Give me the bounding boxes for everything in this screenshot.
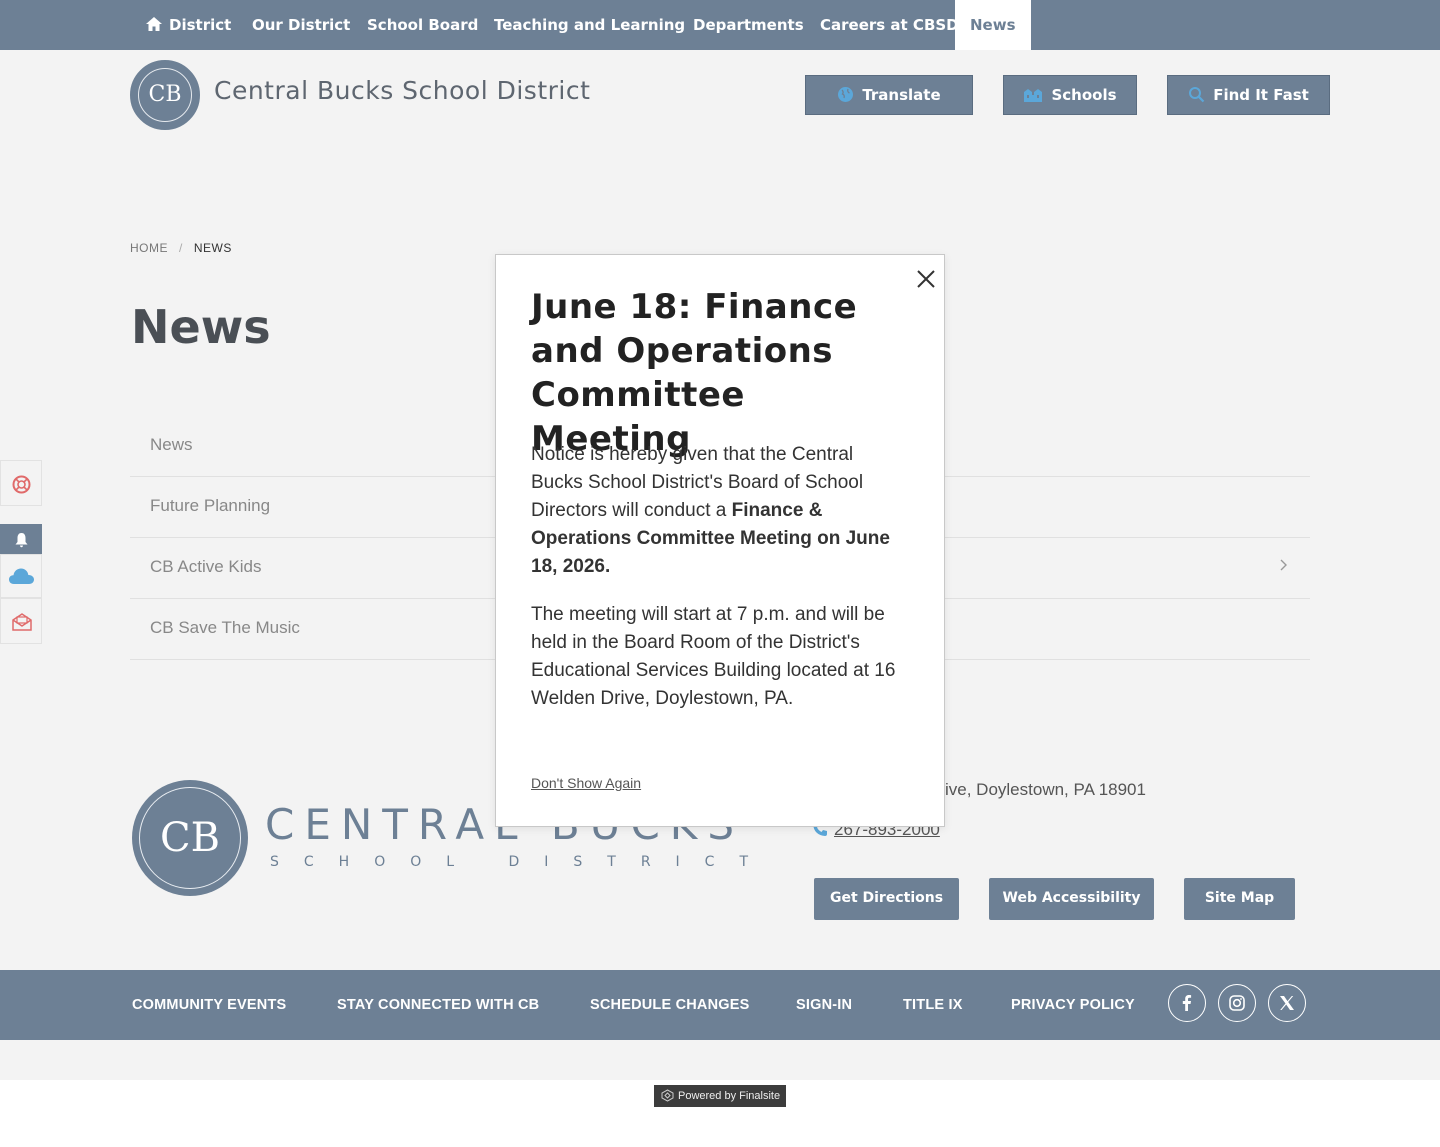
subnav-item-label: News bbox=[150, 435, 193, 454]
home-icon bbox=[146, 17, 162, 31]
dont-show-again-link[interactable]: Don't Show Again bbox=[531, 775, 641, 791]
finalsite-logo-icon bbox=[661, 1089, 674, 1102]
top-navigation: District Our District School Board Teach… bbox=[0, 0, 1440, 50]
bell-icon bbox=[15, 533, 28, 548]
cloud-icon bbox=[9, 568, 34, 584]
breadcrumb-home[interactable]: HOME bbox=[130, 241, 168, 255]
subnav-item-label: CB Active Kids bbox=[150, 557, 262, 576]
nav-item-careers[interactable]: Careers at CBSD bbox=[820, 0, 959, 50]
footer-logo-badge[interactable]: CB bbox=[132, 780, 248, 896]
nav-item-news[interactable]: News bbox=[955, 0, 1031, 50]
nav-item-district[interactable]: District bbox=[145, 0, 231, 50]
x-link[interactable] bbox=[1268, 984, 1306, 1022]
site-name[interactable]: Central Bucks School District bbox=[214, 76, 590, 105]
globe-icon bbox=[838, 87, 854, 102]
close-icon[interactable] bbox=[910, 263, 942, 295]
x-icon bbox=[1280, 996, 1294, 1010]
footer-link-privacy-policy[interactable]: PRIVACY POLICY bbox=[1011, 970, 1135, 1040]
instagram-link[interactable] bbox=[1218, 984, 1256, 1022]
modal-paragraph-2: The meeting will start at 7 p.m. and wil… bbox=[531, 604, 896, 709]
school-building-icon bbox=[1024, 89, 1043, 102]
weather-button[interactable] bbox=[0, 554, 42, 598]
notifications-button[interactable] bbox=[0, 524, 42, 554]
breadcrumb-current: NEWS bbox=[193, 241, 232, 255]
footer-link-community-events[interactable]: COMMUNITY EVENTS bbox=[132, 970, 286, 1040]
nav-item-teaching-learning[interactable]: Teaching and Learning bbox=[494, 0, 685, 50]
lifebuoy-button[interactable] bbox=[0, 460, 42, 506]
lifebuoy-icon bbox=[12, 475, 31, 494]
nav-item-school-board[interactable]: School Board bbox=[367, 0, 478, 50]
schools-label: Schools bbox=[1051, 86, 1117, 104]
footer-link-title-ix[interactable]: TITLE IX bbox=[903, 970, 963, 1040]
nav-item-departments[interactable]: Departments bbox=[693, 0, 804, 50]
powered-by-text: Powered by Finalsite bbox=[678, 1090, 781, 1102]
translate-button[interactable]: Translate bbox=[805, 75, 973, 115]
subnav-item-label: Future Planning bbox=[150, 496, 271, 515]
nav-item-our-district[interactable]: Our District bbox=[252, 0, 350, 50]
logo-monogram: CB bbox=[138, 68, 192, 122]
footer-address: ive, Doylestown, PA 18901 bbox=[945, 780, 1146, 799]
breadcrumb-separator: / bbox=[179, 241, 183, 255]
footer-link-stay-connected[interactable]: STAY CONNECTED WITH CB bbox=[337, 970, 539, 1040]
web-accessibility-button[interactable]: Web Accessibility bbox=[989, 878, 1154, 920]
breadcrumb: HOME / NEWS bbox=[130, 241, 232, 255]
powered-by-badge[interactable]: Powered by Finalsite bbox=[654, 1085, 786, 1107]
search-icon bbox=[1189, 87, 1205, 103]
site-map-button[interactable]: Site Map bbox=[1184, 878, 1295, 920]
mail-icon bbox=[12, 613, 32, 631]
district-logo[interactable]: CB bbox=[130, 60, 200, 130]
footer-logo-monogram: CB bbox=[160, 815, 220, 861]
footer-district-subtitle: SCHOOL DISTRICT bbox=[270, 854, 774, 870]
modal-title: June 18: Finance and Operations Committe… bbox=[531, 287, 858, 459]
footer-link-schedule-changes[interactable]: SCHEDULE CHANGES bbox=[590, 970, 750, 1040]
schools-button[interactable]: Schools bbox=[1003, 75, 1137, 115]
find-it-fast-button[interactable]: Find It Fast bbox=[1167, 75, 1330, 115]
translate-label: Translate bbox=[862, 86, 941, 104]
facebook-link[interactable] bbox=[1168, 984, 1206, 1022]
page-title: News bbox=[131, 300, 271, 354]
nav-item-label: District bbox=[169, 16, 232, 34]
subnav-item-label: CB Save The Music bbox=[150, 618, 300, 637]
announcement-modal: June 18: Finance and Operations Committe… bbox=[495, 254, 945, 827]
instagram-icon bbox=[1229, 995, 1245, 1011]
chevron-right-icon[interactable] bbox=[1278, 558, 1288, 572]
contact-button[interactable] bbox=[0, 598, 42, 644]
modal-paragraph-1: Notice is hereby given that the Central … bbox=[531, 441, 901, 581]
facebook-icon bbox=[1182, 995, 1192, 1011]
footer-link-sign-in[interactable]: SIGN-IN bbox=[796, 970, 852, 1040]
find-it-fast-label: Find It Fast bbox=[1213, 86, 1309, 104]
get-directions-button[interactable]: Get Directions bbox=[814, 878, 959, 920]
